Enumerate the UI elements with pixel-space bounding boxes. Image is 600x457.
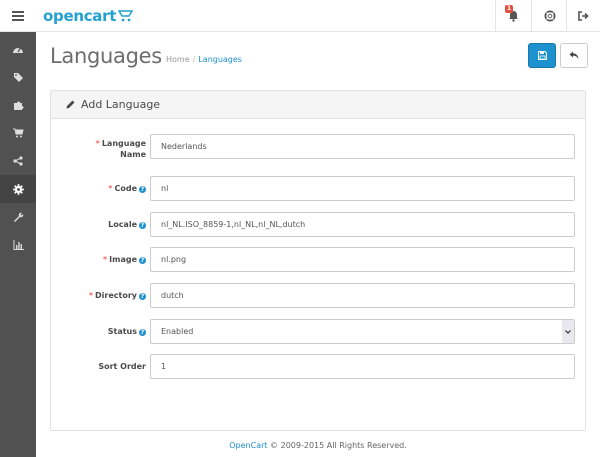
label-text: Directory [95, 291, 137, 300]
pencil-icon [66, 100, 75, 109]
tags-icon [13, 72, 23, 82]
sign-out-icon [578, 11, 589, 21]
question-circle-icon[interactable]: ? [139, 222, 146, 229]
label-text: Sort Order [98, 362, 146, 371]
logo-cart-icon [118, 10, 134, 22]
sidebar-item-marketing[interactable] [0, 147, 36, 175]
chevron-down-icon[interactable] [562, 320, 574, 343]
status-select[interactable]: Enabled [150, 319, 575, 344]
reply-icon [569, 51, 579, 60]
sidebar-item-extensions[interactable] [0, 91, 36, 119]
image-label: * Image? [103, 254, 146, 265]
question-circle-icon[interactable]: ? [139, 329, 146, 336]
language-name-label: * Language Name [96, 138, 146, 160]
footer: OpenCart © 2009-2015 All Rights Reserved… [36, 441, 600, 450]
label-text-line2: Name [120, 150, 146, 159]
sort-order-label: Sort Order [98, 361, 146, 372]
puzzle-icon [13, 101, 23, 110]
page-header: Languages Home / Languages [50, 44, 586, 70]
footer-copyright: © 2009-2015 All Rights Reserved. [267, 441, 407, 450]
question-circle-icon[interactable]: ? [139, 257, 146, 264]
main-content: Languages Home / Languages Add Language * L… [36, 32, 600, 457]
label-text: Code [114, 184, 137, 193]
wrench-icon [13, 212, 23, 222]
code-label: * Code? [108, 183, 146, 194]
shopping-cart-icon [12, 128, 24, 138]
add-language-panel: Add Language * Language Name Nederlands *… [50, 90, 586, 431]
logo-text: opencart [43, 7, 117, 25]
breadcrumb-separator: / [192, 55, 196, 64]
image-input[interactable]: nl.png [150, 247, 575, 272]
label-text: Locale [108, 220, 137, 229]
notifications-button[interactable]: 1 [495, 0, 531, 32]
code-input[interactable]: nl [150, 176, 575, 201]
breadcrumb-home[interactable]: Home [166, 55, 190, 64]
label-text: Status [107, 327, 137, 336]
dashboard-icon [13, 47, 23, 53]
label-text: Language [101, 139, 146, 148]
bar-chart-icon [13, 240, 24, 250]
language-name-input[interactable]: Nederlands [150, 134, 575, 159]
sort-order-input[interactable]: 1 [150, 354, 575, 379]
life-ring-icon [544, 10, 555, 22]
required-marker: * [108, 184, 113, 193]
sidebar-item-reports[interactable] [0, 231, 36, 259]
sidebar-item-sales[interactable] [0, 119, 36, 147]
page-title: Languages [50, 44, 162, 68]
breadcrumb-languages[interactable]: Languages [198, 55, 242, 64]
directory-input[interactable]: dutch [150, 283, 575, 308]
share-icon [13, 156, 23, 166]
top-header: opencart 1 [0, 0, 600, 32]
status-label: Status? [108, 326, 146, 337]
save-button[interactable] [528, 43, 556, 68]
panel-heading: Add Language [51, 91, 585, 119]
locale-input[interactable]: nl_NL.ISO_8859-1,nl_NL,nl_NL,dutch [150, 212, 575, 237]
logout-button[interactable] [566, 0, 600, 32]
sidebar [0, 32, 36, 457]
breadcrumb: Home / Languages [166, 55, 242, 64]
help-button[interactable] [531, 0, 567, 32]
sidebar-item-catalog[interactable] [0, 63, 36, 91]
required-marker: * [95, 139, 100, 148]
required-marker: * [102, 255, 108, 264]
panel-title: Add Language [81, 98, 161, 111]
sidebar-item-dashboard[interactable] [0, 35, 36, 63]
opencart-logo[interactable]: opencart [43, 6, 134, 26]
menu-icon [12, 11, 24, 21]
question-circle-icon[interactable]: ? [139, 293, 146, 300]
notification-badge: 1 [505, 5, 514, 13]
directory-label: * Directory? [89, 290, 146, 301]
cancel-button[interactable] [560, 43, 588, 68]
locale-label: Locale? [108, 219, 146, 230]
footer-brand-link[interactable]: OpenCart [229, 441, 267, 450]
sidebar-item-tools[interactable] [0, 203, 36, 231]
label-text: Image [109, 255, 137, 264]
status-selected-value: Enabled [161, 327, 194, 336]
question-circle-icon[interactable]: ? [139, 186, 146, 193]
menu-toggle-button[interactable] [0, 0, 36, 32]
save-icon [537, 51, 547, 60]
sidebar-item-system[interactable] [0, 175, 36, 203]
cog-icon [12, 183, 24, 195]
required-marker: * [88, 291, 94, 300]
